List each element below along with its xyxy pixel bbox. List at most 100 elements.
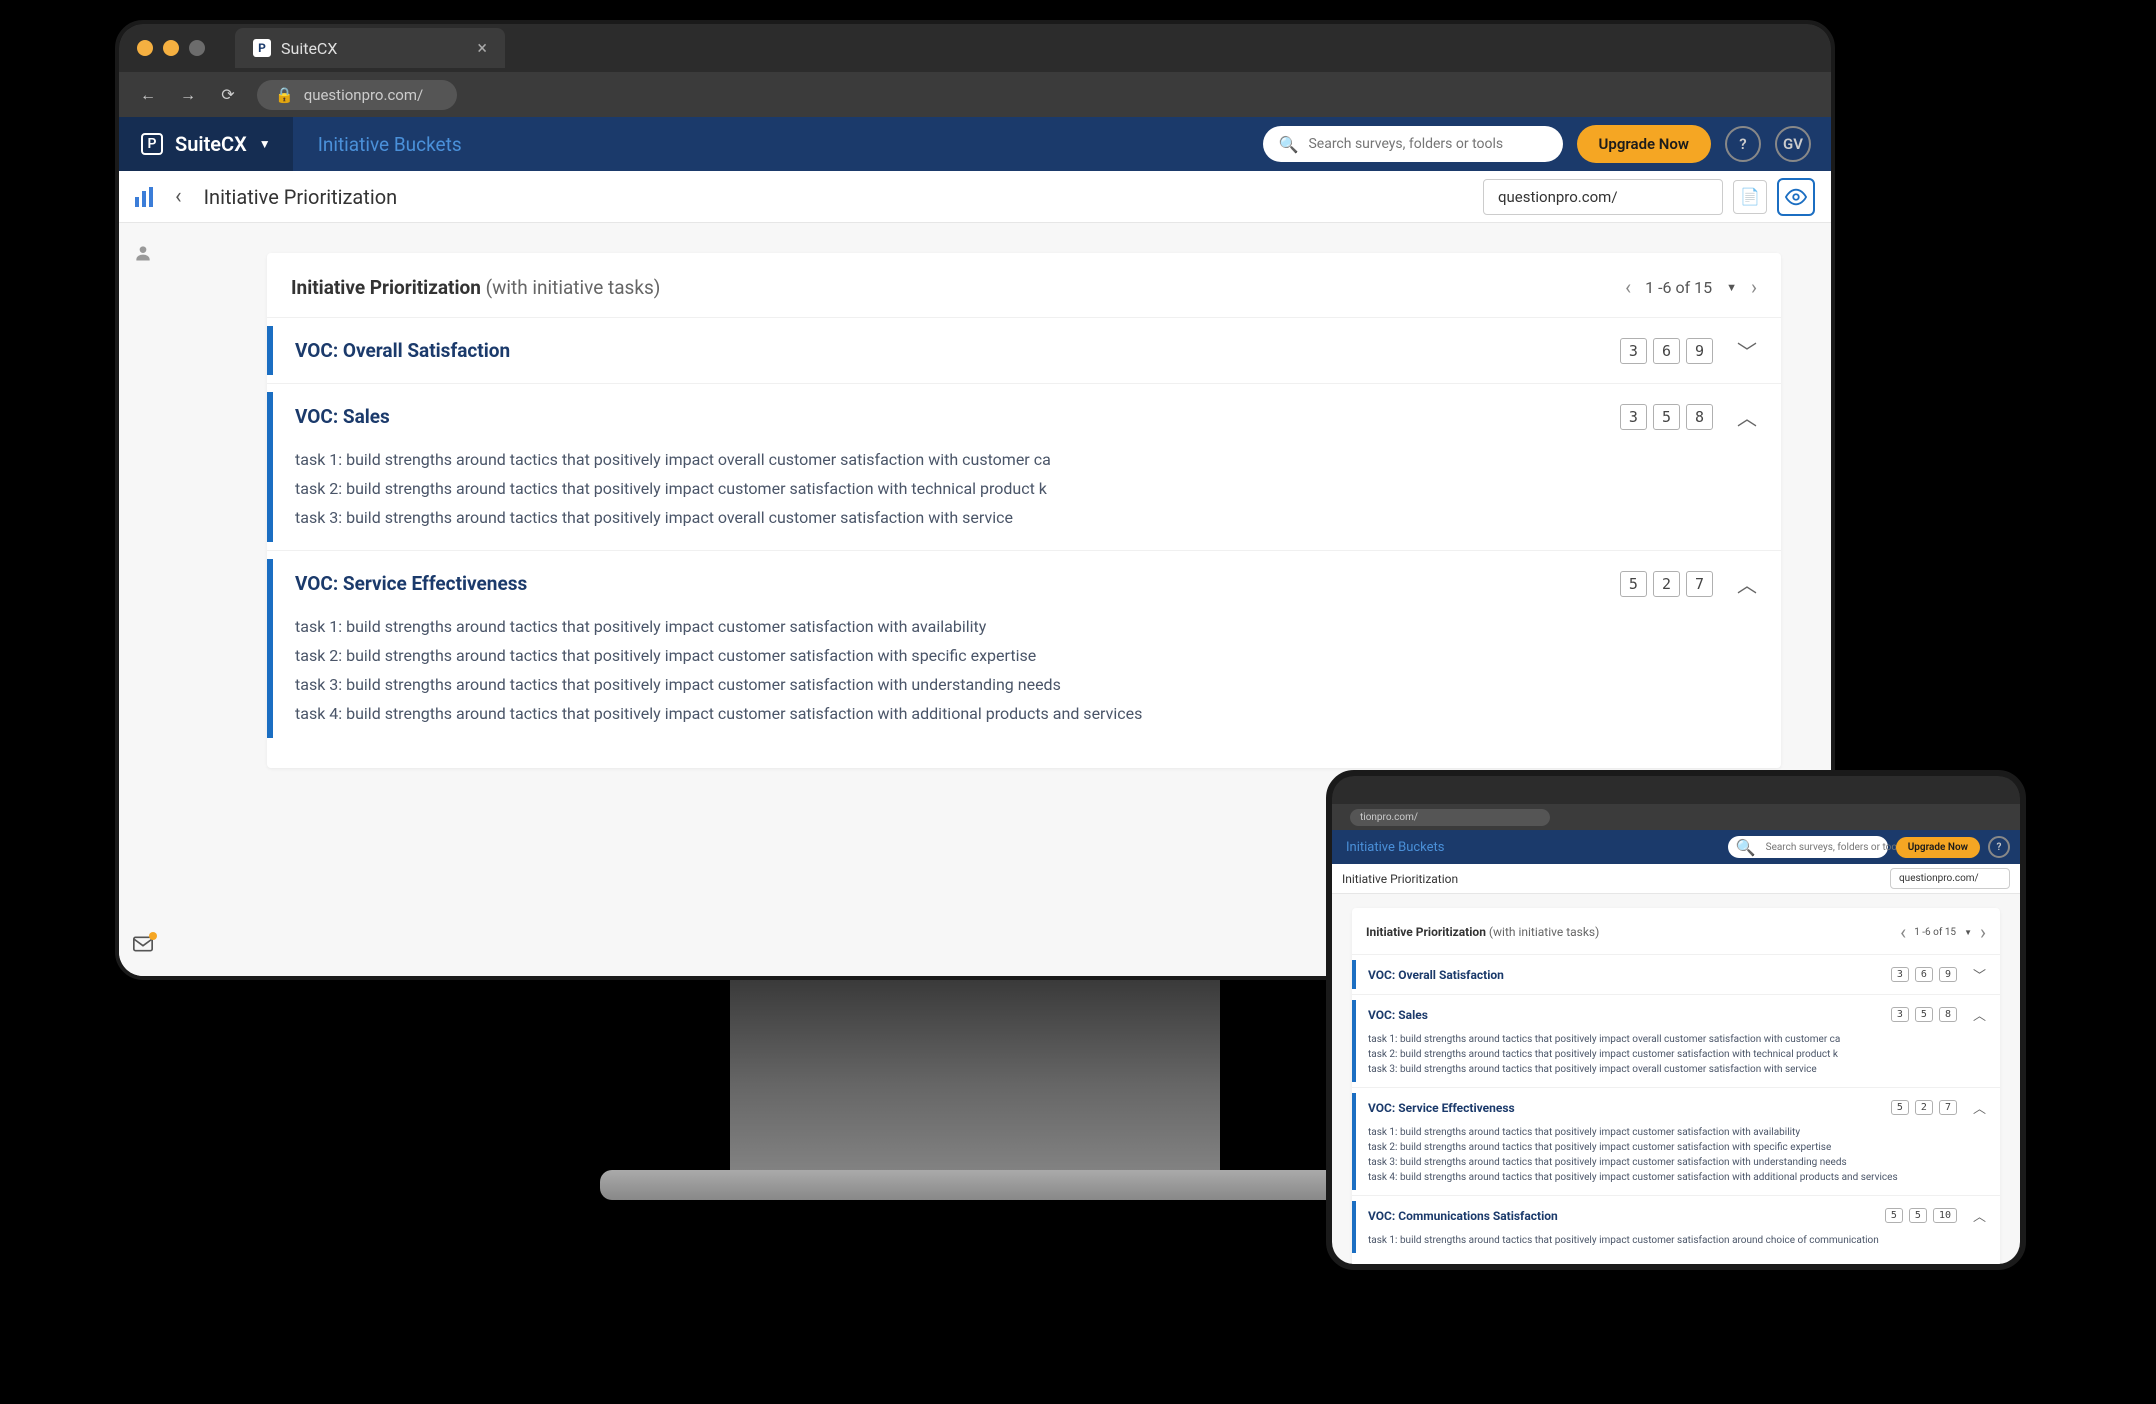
score-box: 10 <box>1933 1208 1957 1223</box>
reload-icon[interactable]: ⟳ <box>217 84 239 106</box>
forward-icon[interactable]: → <box>177 84 199 106</box>
minimize-dot[interactable] <box>163 40 179 56</box>
chevron-up-icon[interactable]: ︿ <box>1973 1206 1986 1225</box>
url-field[interactable]: 🔒 questionpro.com/ <box>257 80 457 110</box>
chart-icon[interactable] <box>135 187 153 207</box>
initiative-title[interactable]: VOC: Service Effectiveness <box>1368 1101 1515 1115</box>
tablet-frame: tionpro.com/ Initiative Buckets 🔍 Upgrad… <box>1326 770 2026 1270</box>
tablet-addrbar: tionpro.com/ <box>1332 804 2020 830</box>
page-title: Initiative Prioritization <box>204 185 398 209</box>
sub-nav: ‹ Initiative Prioritization questionpro.… <box>119 171 1831 223</box>
tablet-help[interactable]: ? <box>1988 836 2010 858</box>
mail-icon[interactable] <box>133 936 153 956</box>
score-box: 3 <box>1620 338 1647 364</box>
pager-prev[interactable]: ‹ <box>1625 275 1631 299</box>
tablet-app-header: Initiative Buckets 🔍 Upgrade Now ? <box>1332 830 2020 864</box>
user-icon[interactable] <box>133 243 153 263</box>
tablet-upgrade-button[interactable]: Upgrade Now <box>1896 837 1980 858</box>
brand-name: SuiteCX <box>175 132 247 156</box>
task-row: task 1: build strengths around tactics t… <box>1368 1233 1986 1248</box>
maximize-dot[interactable] <box>189 40 205 56</box>
task-row: task 2: build strengths around tactics t… <box>1368 1047 1986 1062</box>
window-controls[interactable] <box>137 40 205 56</box>
search-field[interactable] <box>1308 136 1546 152</box>
task-row: task 4: build strengths around tactics t… <box>1368 1170 1986 1185</box>
initiative-row: VOC: Service Effectiveness527︿task 1: bu… <box>1352 1087 2000 1195</box>
tablet-page-title: Initiative Prioritization <box>1342 872 1458 886</box>
tablet-subnav: Initiative Prioritization questionpro.co… <box>1332 864 2020 894</box>
eye-icon <box>1785 186 1807 208</box>
address-bar: ← → ⟳ 🔒 questionpro.com/ <box>119 72 1831 117</box>
chevron-left-icon[interactable]: ‹ <box>175 184 182 209</box>
brand-logo-icon: P <box>141 133 163 155</box>
initiative-title[interactable]: VOC: Overall Satisfaction <box>1368 968 1504 982</box>
initiative-title[interactable]: VOC: Sales <box>295 405 390 428</box>
score-box: 8 <box>1939 1007 1957 1022</box>
score-box: 6 <box>1653 338 1680 364</box>
back-icon[interactable]: ← <box>137 84 159 106</box>
browser-tab[interactable]: P SuiteCX × <box>235 28 505 68</box>
initiative-row: VOC: Overall Satisfaction369﹀ <box>1352 954 2000 994</box>
tab-favicon: P <box>253 39 271 57</box>
monitor-stand <box>730 980 1220 1190</box>
initiative-row: VOC: Service Effectiveness527︿task 1: bu… <box>267 550 1781 746</box>
score-box: 5 <box>1909 1208 1927 1223</box>
initiative-title[interactable]: VOC: Sales <box>1368 1008 1428 1022</box>
tablet-url[interactable]: tionpro.com/ <box>1350 809 1550 826</box>
close-icon[interactable]: × <box>477 38 487 59</box>
breadcrumb[interactable]: Initiative Buckets <box>293 133 487 156</box>
pager: ‹ 1 -6 of 15 ▼ › <box>1625 275 1757 299</box>
task-row: task 2: build strengths around tactics t… <box>295 641 1757 670</box>
caret-down-icon: ▼ <box>259 137 271 151</box>
score-box: 5 <box>1653 404 1680 430</box>
tablet-breadcrumb[interactable]: Initiative Buckets <box>1332 840 1459 855</box>
upgrade-button[interactable]: Upgrade Now <box>1577 125 1711 163</box>
score-box: 9 <box>1939 967 1957 982</box>
chevron-up-icon[interactable]: ︿ <box>1973 1098 1986 1117</box>
share-url-field[interactable]: questionpro.com/ <box>1483 179 1723 215</box>
score-box: 3 <box>1620 404 1647 430</box>
avatar[interactable]: GV <box>1775 126 1811 162</box>
initiative-title[interactable]: VOC: Overall Satisfaction <box>295 339 510 362</box>
initiative-title[interactable]: VOC: Service Effectiveness <box>295 572 527 595</box>
task-row: task 1: build strengths around tactics t… <box>295 445 1757 474</box>
help-button[interactable]: ? <box>1725 126 1761 162</box>
score-box: 7 <box>1686 571 1713 597</box>
score-box: 3 <box>1891 1007 1909 1022</box>
search-input[interactable]: 🔍 <box>1263 126 1563 162</box>
lock-icon: 🔒 <box>275 86 294 104</box>
initiatives-panel: Initiative Prioritization (with initiati… <box>267 253 1781 768</box>
score-box: 5 <box>1885 1208 1903 1223</box>
chevron-up-icon[interactable]: ︿ <box>1737 402 1757 431</box>
score-box: 5 <box>1915 1007 1933 1022</box>
tablet-titlebar <box>1332 776 2020 804</box>
url-text: questionpro.com/ <box>304 86 424 104</box>
chevron-down-icon[interactable]: ﹀ <box>1973 965 1986 984</box>
task-row: task 4: build strengths around tactics t… <box>295 699 1757 728</box>
task-row: task 1: build strengths around tactics t… <box>295 612 1757 641</box>
pager-dropdown-icon[interactable]: ▼ <box>1726 281 1737 294</box>
copy-icon[interactable]: 📄 <box>1733 180 1767 214</box>
preview-button[interactable] <box>1777 178 1815 216</box>
panel-title: Initiative Prioritization (with initiati… <box>291 276 660 299</box>
search-icon: 🔍 <box>1279 135 1299 154</box>
brand-switcher[interactable]: P SuiteCX ▼ <box>119 117 293 171</box>
task-row: task 3: build strengths around tactics t… <box>1368 1062 1986 1077</box>
score-box: 3 <box>1891 967 1909 982</box>
task-row: task 3: build strengths around tactics t… <box>1368 1155 1986 1170</box>
tablet-url-box[interactable]: questionpro.com/ <box>1890 868 2010 889</box>
chevron-down-icon[interactable]: ﹀ <box>1737 336 1757 365</box>
initiative-title[interactable]: VOC: Communications Satisfaction <box>1368 1209 1558 1223</box>
tablet-search[interactable]: 🔍 <box>1728 836 1888 858</box>
pager-text: 1 -6 of 15 <box>1645 278 1712 297</box>
chevron-up-icon[interactable]: ︿ <box>1737 569 1757 598</box>
initiative-row: VOC: Sales358︿task 1: build strengths ar… <box>267 383 1781 550</box>
initiative-row: VOC: Sales358︿task 1: build strengths ar… <box>1352 994 2000 1087</box>
chevron-up-icon[interactable]: ︿ <box>1973 1005 1986 1024</box>
initiative-row: VOC: Overall Satisfaction369﹀ <box>267 317 1781 383</box>
close-dot[interactable] <box>137 40 153 56</box>
task-row: task 2: build strengths around tactics t… <box>295 474 1757 503</box>
app-header: P SuiteCX ▼ Initiative Buckets 🔍 Upgrade… <box>119 117 1831 171</box>
pager-next[interactable]: › <box>1751 275 1757 299</box>
window-titlebar: P SuiteCX × <box>119 24 1831 72</box>
